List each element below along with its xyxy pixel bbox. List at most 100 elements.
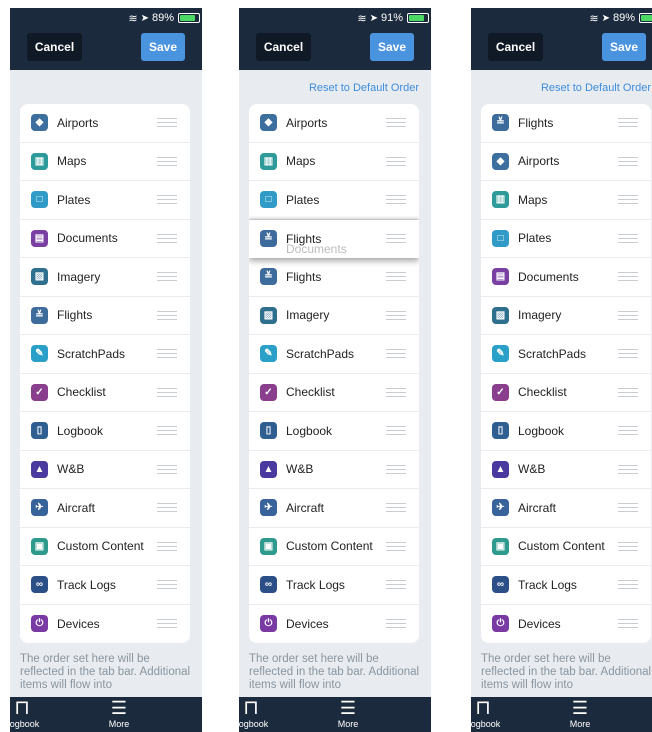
drag-handle-icon[interactable] — [386, 580, 406, 590]
drag-handle-icon[interactable] — [157, 118, 177, 128]
drag-handle-icon[interactable] — [157, 464, 177, 474]
list-item-devices[interactable]: ⏻ Devices — [481, 605, 651, 644]
menu-icon: ☰ — [110, 698, 128, 718]
list-item-imagery[interactable]: ▨ Imagery — [20, 258, 190, 297]
list-item-documents[interactable]: ▤ Documents — [481, 258, 651, 297]
tab-logbook[interactable]: ⊓Logbook — [239, 697, 273, 729]
drag-handle-icon[interactable] — [618, 426, 638, 436]
tab-more[interactable]: ☰ More — [97, 697, 141, 729]
list-item-track-logs[interactable]: ∞ Track Logs — [249, 566, 419, 605]
drag-handle-icon[interactable] — [386, 195, 406, 205]
list-item-imagery[interactable]: ▨ Imagery — [249, 297, 419, 335]
drag-handle-icon[interactable] — [157, 503, 177, 513]
drag-handle-icon[interactable] — [157, 195, 177, 205]
list-item-checklist[interactable]: ✓ Checklist — [481, 374, 651, 412]
drag-handle-icon[interactable] — [386, 619, 406, 629]
drag-handle-icon[interactable] — [618, 233, 638, 243]
drag-handle-icon[interactable] — [618, 349, 638, 359]
drag-handle-icon[interactable] — [386, 156, 406, 166]
list-item-scratchpads[interactable]: ✎ ScratchPads — [20, 335, 190, 374]
drag-handle-icon[interactable] — [386, 387, 406, 397]
list-item-aircraft[interactable]: ✈ Aircraft — [481, 489, 651, 528]
drag-handle-icon[interactable] — [386, 426, 406, 436]
drag-handle-icon[interactable] — [157, 156, 177, 166]
list-item-wandb[interactable]: ▲ W&B — [20, 451, 190, 489]
list-item-dragging[interactable]: ≚ Flights Documents — [249, 219, 419, 258]
drag-handle-icon[interactable] — [157, 349, 177, 359]
drag-handle-icon[interactable] — [618, 503, 638, 513]
list-item-airports[interactable]: ◆ Airports — [249, 104, 419, 143]
list-item-maps[interactable]: ▥ Maps — [481, 181, 651, 220]
list-item-wandb[interactable]: ▲ W&B — [249, 451, 419, 489]
drag-handle-icon[interactable] — [386, 310, 406, 320]
drag-handle-icon[interactable] — [618, 387, 638, 397]
list-item-scratchpads[interactable]: ✎ ScratchPads — [481, 335, 651, 374]
list-item-label: Devices — [286, 616, 329, 631]
save-button[interactable]: Save — [370, 33, 414, 61]
drag-handle-icon[interactable] — [157, 387, 177, 397]
list-item-logbook[interactable]: ▯ Logbook — [481, 412, 651, 451]
list-item-plates[interactable]: □ Plates — [249, 181, 419, 220]
list-item-aircraft[interactable]: ✈ Aircraft — [249, 489, 419, 528]
drag-handle-icon[interactable] — [618, 195, 638, 205]
list-item-wandb[interactable]: ▲ W&B — [481, 451, 651, 489]
drag-handle-icon[interactable] — [386, 349, 406, 359]
list-item-checklist[interactable]: ✓ Checklist — [20, 374, 190, 412]
list-item-plates[interactable]: □ Plates — [20, 181, 190, 220]
list-item-track-logs[interactable]: ∞ Track Logs — [20, 566, 190, 605]
drag-handle-icon[interactable] — [157, 233, 177, 243]
drag-handle-icon[interactable] — [157, 580, 177, 590]
drag-handle-icon[interactable] — [618, 156, 638, 166]
drag-handle-icon[interactable] — [618, 272, 638, 282]
list-item-flights[interactable]: ≚ Flights — [249, 258, 419, 297]
list-item-logbook[interactable]: ▯ Logbook — [249, 412, 419, 451]
list-item-logbook[interactable]: ▯ Logbook — [20, 412, 190, 451]
drag-handle-icon[interactable] — [618, 310, 638, 320]
drag-handle-icon[interactable] — [157, 310, 177, 320]
list-item-custom-content[interactable]: ▣ Custom Content — [249, 528, 419, 566]
drag-handle-icon[interactable] — [157, 619, 177, 629]
list-item-flights[interactable]: ≚ Flights — [481, 104, 651, 143]
drag-handle-icon[interactable] — [618, 580, 638, 590]
drag-handle-icon[interactable] — [386, 503, 406, 513]
list-item-imagery[interactable]: ▨ Imagery — [481, 297, 651, 335]
drag-handle-icon[interactable] — [618, 118, 638, 128]
reset-default-order-link[interactable]: Reset to Default Order — [309, 82, 419, 94]
tab-logbook[interactable]: ⊓Logbook — [471, 697, 505, 729]
drag-handle-icon[interactable] — [386, 118, 406, 128]
drag-handle-icon[interactable] — [386, 234, 406, 244]
list-item-aircraft[interactable]: ✈ Aircraft — [20, 489, 190, 528]
list-item-plates[interactable]: □ Plates — [481, 220, 651, 258]
list-item-flights[interactable]: ≚ Flights — [20, 297, 190, 335]
cancel-button[interactable]: Cancel — [27, 33, 82, 61]
drag-handle-icon[interactable] — [618, 619, 638, 629]
cancel-button[interactable]: Cancel — [488, 33, 543, 61]
list-item-devices[interactable]: ⏻ Devices — [249, 605, 419, 644]
drag-handle-icon[interactable] — [157, 541, 177, 551]
list-item-scratchpads[interactable]: ✎ ScratchPads — [249, 335, 419, 374]
cancel-button[interactable]: Cancel — [256, 33, 311, 61]
list-item-maps[interactable]: ▥ Maps — [249, 143, 419, 181]
list-item-checklist[interactable]: ✓ Checklist — [249, 374, 419, 412]
list-item-devices[interactable]: ⏻ Devices — [20, 605, 190, 644]
tab-more[interactable]: ☰ More — [558, 697, 602, 729]
tab-more[interactable]: ☰ More — [326, 697, 370, 729]
drag-handle-icon[interactable] — [618, 464, 638, 474]
drag-handle-icon[interactable] — [157, 426, 177, 436]
drag-handle-icon[interactable] — [618, 541, 638, 551]
list-item-custom-content[interactable]: ▣ Custom Content — [481, 528, 651, 566]
list-item-track-logs[interactable]: ∞ Track Logs — [481, 566, 651, 605]
tab-logbook[interactable]: ⊓Logbook — [10, 697, 44, 729]
drag-handle-icon[interactable] — [386, 541, 406, 551]
drag-handle-icon[interactable] — [386, 464, 406, 474]
list-item-custom-content[interactable]: ▣ Custom Content — [20, 528, 190, 566]
drag-handle-icon[interactable] — [386, 272, 406, 282]
save-button[interactable]: Save — [141, 33, 185, 61]
list-item-documents[interactable]: ▤ Documents — [20, 220, 190, 258]
list-item-airports[interactable]: ◆ Airports — [20, 104, 190, 143]
list-item-airports[interactable]: ◆ Airports — [481, 143, 651, 181]
list-item-maps[interactable]: ▥ Maps — [20, 143, 190, 181]
reset-default-order-link[interactable]: Reset to Default Order — [541, 82, 651, 94]
drag-handle-icon[interactable] — [157, 272, 177, 282]
save-button[interactable]: Save — [602, 33, 646, 61]
